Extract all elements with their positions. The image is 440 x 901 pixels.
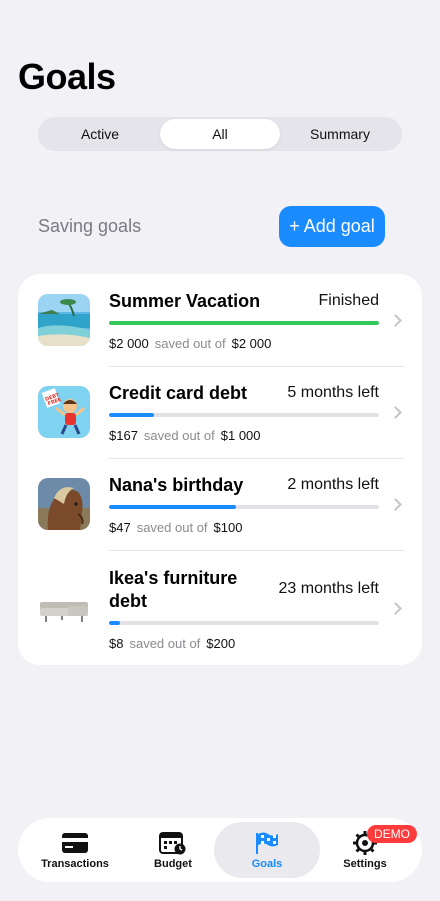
goal-amount-separator: saved out of (129, 636, 201, 651)
tab-label: Transactions (41, 858, 109, 870)
page-title: Goals (18, 56, 116, 97)
chevron-right-icon (389, 406, 402, 419)
chevron-right-icon (389, 314, 402, 327)
add-goal-button[interactable]: + Add goal (279, 206, 385, 247)
segment-active[interactable]: Active (40, 119, 160, 149)
goal-saved-amount: $8 (109, 636, 124, 651)
goal-progress-fill (109, 321, 379, 325)
bottom-tab-bar: Transactions Budget Goals Settings (18, 818, 422, 882)
goal-amount-separator: saved out of (143, 428, 215, 443)
goal-progress-fill (109, 413, 155, 417)
goal-name: Credit card debt (109, 383, 248, 403)
card-icon (61, 830, 89, 856)
goal-name: Summer Vacation (109, 291, 261, 311)
tab-label: Settings (343, 858, 387, 870)
checkered-flag-icon (254, 830, 280, 856)
sofa-photo-image (38, 582, 90, 634)
goal-target-amount: $200 (206, 636, 236, 651)
goal-progress-bar (109, 621, 379, 625)
goal-status: 2 months left (287, 476, 379, 493)
tab-transactions[interactable]: Transactions (22, 822, 128, 878)
goal-status: 23 months left (278, 580, 380, 597)
goal-progress-bar (109, 505, 379, 509)
goal-amount-separator: saved out of (136, 520, 208, 535)
goal-progress-bar (109, 413, 379, 417)
goal-row-ikea-furniture-debt[interactable]: Ikea's furniture debt 23 months left $8 s… (18, 550, 422, 665)
debt-free-illustration-image: DEBT FREE (38, 386, 90, 438)
tab-label: Goals (251, 858, 283, 870)
goal-row-nanas-birthday[interactable]: Nana's birthday 2 months left $47 saved o… (18, 458, 422, 550)
goal-saved-amount: $2 000 (109, 336, 149, 351)
goal-amount-separator: saved out of (154, 336, 226, 351)
beach-photo-image (38, 294, 90, 346)
tab-goals[interactable]: Goals (214, 822, 320, 878)
chevron-right-icon (389, 602, 402, 615)
goal-target-amount: $2 000 (231, 336, 272, 351)
goal-status: 5 months left (287, 384, 379, 401)
goal-target-amount: $100 (213, 520, 243, 535)
chevron-right-icon (389, 498, 402, 511)
goal-amounts: $8 saved out of $200 (109, 636, 235, 651)
demo-badge: DEMO (367, 825, 417, 843)
goal-name: Nana's birthday (109, 475, 244, 495)
goal-amounts: $2 000 saved out of $2 000 (109, 336, 271, 351)
segment-all[interactable]: All (160, 119, 280, 149)
goal-amounts: $167 saved out of $1 000 (109, 428, 261, 443)
goal-progress-bar (109, 321, 379, 325)
segment-summary[interactable]: Summary (280, 119, 400, 149)
goal-saved-amount: $47 (109, 520, 131, 535)
goal-filter-segmented-control: Active All Summary (38, 117, 402, 151)
tab-budget[interactable]: Budget (120, 822, 226, 878)
goal-progress-fill (109, 505, 236, 509)
goal-row-summer-vacation[interactable]: Summer Vacation Finished $2 000 saved out… (18, 274, 422, 366)
goal-target-amount: $1 000 (220, 428, 261, 443)
goals-list-card: Summer Vacation Finished $2 000 saved out… (18, 274, 422, 665)
tab-label: Budget (154, 858, 192, 870)
section-label: Saving goals (38, 216, 142, 236)
goal-progress-fill (109, 621, 120, 625)
goal-name: Ikea's furniture debt (109, 568, 238, 611)
goal-row-credit-card-debt[interactable]: DEBT FREE Credit card debt 5 months left… (18, 366, 422, 458)
calendar-clock-icon (159, 830, 187, 856)
goal-amounts: $47 saved out of $100 (109, 520, 242, 535)
horse-photo-image (38, 478, 90, 530)
goal-saved-amount: $167 (109, 428, 138, 443)
goal-status: Finished (318, 292, 379, 309)
